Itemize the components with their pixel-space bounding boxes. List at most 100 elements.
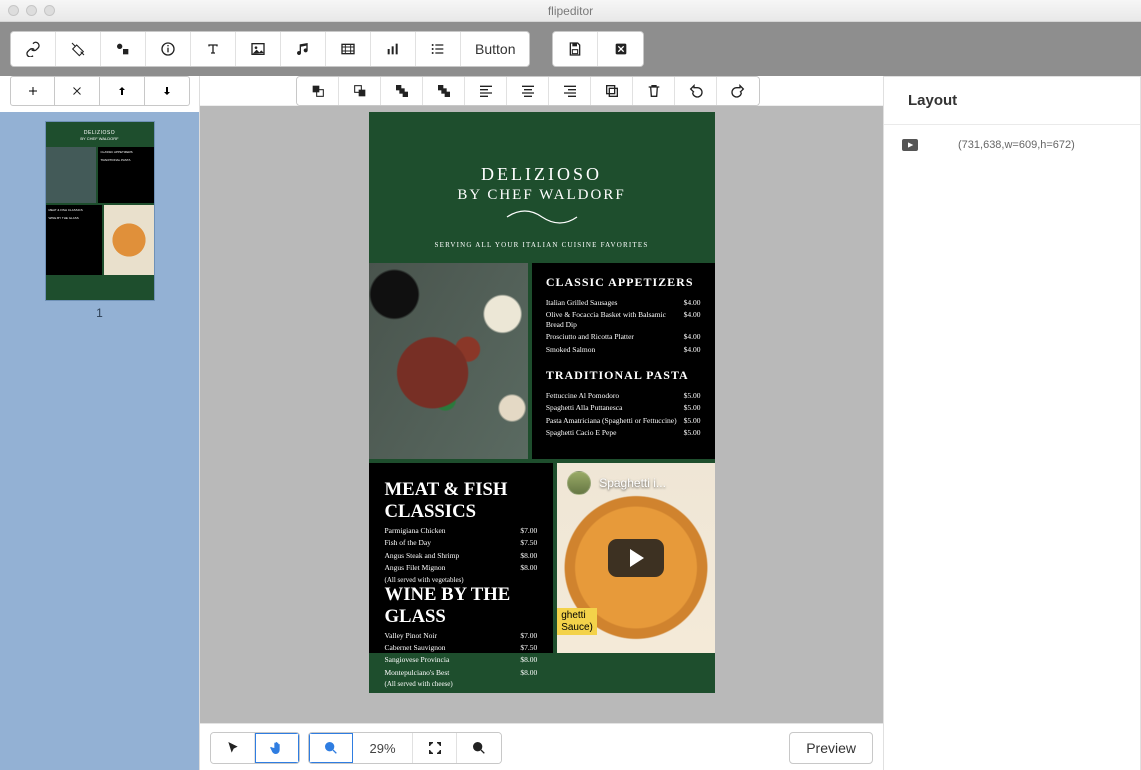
layout-item-row[interactable]: (731,638,w=609,h=672) bbox=[884, 125, 1140, 165]
menu-item: Fish of the Day bbox=[385, 538, 521, 547]
menu-price: $4.00 bbox=[684, 298, 701, 307]
shape-button[interactable] bbox=[101, 32, 146, 66]
close-icon bbox=[613, 41, 629, 57]
layout-item-coords: (731,638,w=609,h=672) bbox=[958, 139, 1075, 151]
menu-price: $8.00 bbox=[520, 655, 537, 664]
send-to-back-button[interactable] bbox=[423, 77, 465, 105]
move-page-down-button[interactable] bbox=[145, 76, 190, 106]
duplicate-button[interactable] bbox=[591, 77, 633, 105]
layer-front-icon bbox=[310, 83, 326, 99]
fullscreen-icon bbox=[427, 740, 443, 756]
menu-price: $4.00 bbox=[684, 332, 701, 341]
preview-button[interactable]: Preview bbox=[789, 732, 873, 764]
text-icon bbox=[205, 41, 221, 57]
menu-price: $5.00 bbox=[684, 416, 701, 425]
arrow-up-icon bbox=[116, 85, 128, 97]
align-right-icon bbox=[562, 83, 578, 99]
align-left-icon bbox=[478, 83, 494, 99]
menu-price: $5.00 bbox=[684, 391, 701, 400]
menu-price: $8.00 bbox=[520, 551, 537, 560]
link-button[interactable] bbox=[11, 32, 56, 66]
menu-title: DELIZIOSO bbox=[385, 164, 699, 185]
section-note: (All served with cheese) bbox=[385, 680, 538, 688]
video-channel-avatar bbox=[567, 471, 591, 495]
crop-button[interactable] bbox=[56, 32, 101, 66]
music-icon bbox=[295, 41, 311, 57]
layout-panel-heading: Layout bbox=[884, 77, 1140, 125]
info-icon bbox=[160, 41, 176, 57]
embedded-video[interactable]: Spaghetti i... ghettiSauce) bbox=[557, 463, 714, 653]
thumb-title: DELIZIOSO bbox=[46, 122, 154, 136]
menu-price: $7.50 bbox=[520, 643, 537, 652]
section-heading-pasta: TRADITIONAL PASTA bbox=[546, 368, 701, 383]
editor-footer: 29% Preview bbox=[200, 723, 883, 770]
layers-back-icon bbox=[436, 83, 452, 99]
redo-button[interactable] bbox=[717, 77, 759, 105]
image-button[interactable] bbox=[236, 32, 281, 66]
link-icon bbox=[25, 41, 41, 57]
main-toolbar: Button bbox=[0, 22, 1141, 76]
menu-block-right: CLASSIC APPETIZERS Italian Grilled Sausa… bbox=[532, 263, 715, 459]
button-element-button[interactable]: Button bbox=[461, 32, 529, 66]
flourish-icon bbox=[502, 210, 582, 224]
undo-icon bbox=[688, 83, 704, 99]
save-button[interactable] bbox=[553, 32, 598, 66]
menu-price: $5.00 bbox=[684, 428, 701, 437]
send-backward-button[interactable] bbox=[339, 77, 381, 105]
video-element-icon bbox=[902, 139, 918, 151]
page-canvas[interactable]: DELIZIOSO BY CHEF WALDORF SERVING ALL YO… bbox=[369, 112, 715, 682]
menu-price: $7.00 bbox=[520, 631, 537, 640]
info-button[interactable] bbox=[146, 32, 191, 66]
redo-icon bbox=[730, 83, 746, 99]
zoom-in-button[interactable] bbox=[457, 733, 501, 763]
trash-icon bbox=[646, 83, 662, 99]
section-heading-appetizers: CLASSIC APPETIZERS bbox=[546, 275, 701, 290]
chart-button[interactable] bbox=[371, 32, 416, 66]
video-play-button[interactable] bbox=[608, 539, 664, 577]
menu-item: Angus Filet Mignon bbox=[385, 563, 521, 572]
list-button[interactable] bbox=[416, 32, 461, 66]
hand-tool-button[interactable] bbox=[255, 733, 299, 763]
delete-page-button[interactable] bbox=[55, 76, 100, 106]
align-left-button[interactable] bbox=[465, 77, 507, 105]
pointer-tool-button[interactable] bbox=[211, 733, 255, 763]
menu-item: Prosciutto and Ricotta Platter bbox=[546, 332, 684, 341]
audio-button[interactable] bbox=[281, 32, 326, 66]
zoom-level: 29% bbox=[353, 733, 413, 763]
bring-forward-button[interactable] bbox=[297, 77, 339, 105]
menu-price: $7.00 bbox=[520, 526, 537, 535]
align-right-button[interactable] bbox=[549, 77, 591, 105]
video-button[interactable] bbox=[326, 32, 371, 66]
menu-item: Montepulciano's Best bbox=[385, 668, 521, 677]
zoom-in-icon bbox=[471, 740, 487, 756]
video-caption: ghettiSauce) bbox=[557, 608, 597, 635]
zoom-out-button[interactable] bbox=[309, 733, 353, 763]
align-center-button[interactable] bbox=[507, 77, 549, 105]
menu-item: Parmigiana Chicken bbox=[385, 526, 521, 535]
menu-item: Olive & Focaccia Basket with Balsamic Br… bbox=[546, 310, 684, 329]
page-thumbnail[interactable]: DELIZIOSO BY CHEF WALDORF CLASSIC APPETI… bbox=[46, 122, 154, 300]
close-button[interactable] bbox=[598, 32, 643, 66]
section-heading-wine: WINE BY THE GLASS bbox=[385, 584, 538, 628]
thumb-byline: BY CHEF WALDORF bbox=[46, 136, 154, 141]
undo-button[interactable] bbox=[675, 77, 717, 105]
menu-item: Cabernet Sauvignon bbox=[385, 643, 521, 652]
page-thumbnails-panel: DELIZIOSO BY CHEF WALDORF CLASSIC APPETI… bbox=[0, 76, 200, 770]
x-icon bbox=[71, 85, 83, 97]
window-title: flipeditor bbox=[0, 4, 1141, 18]
layers-front-icon bbox=[394, 83, 410, 99]
bring-to-front-button[interactable] bbox=[381, 77, 423, 105]
move-page-up-button[interactable] bbox=[100, 76, 145, 106]
save-icon bbox=[567, 41, 583, 57]
add-page-button[interactable] bbox=[10, 76, 55, 106]
film-icon bbox=[340, 41, 356, 57]
fit-screen-button[interactable] bbox=[413, 733, 457, 763]
canvas[interactable]: DELIZIOSO BY CHEF WALDORF SERVING ALL YO… bbox=[200, 106, 883, 723]
pointer-icon bbox=[225, 740, 241, 756]
delete-button[interactable] bbox=[633, 77, 675, 105]
text-button[interactable] bbox=[191, 32, 236, 66]
menu-price: $4.00 bbox=[684, 345, 701, 354]
chart-icon bbox=[385, 41, 401, 57]
list-icon bbox=[430, 41, 446, 57]
editor-area: DELIZIOSO BY CHEF WALDORF SERVING ALL YO… bbox=[200, 76, 883, 770]
